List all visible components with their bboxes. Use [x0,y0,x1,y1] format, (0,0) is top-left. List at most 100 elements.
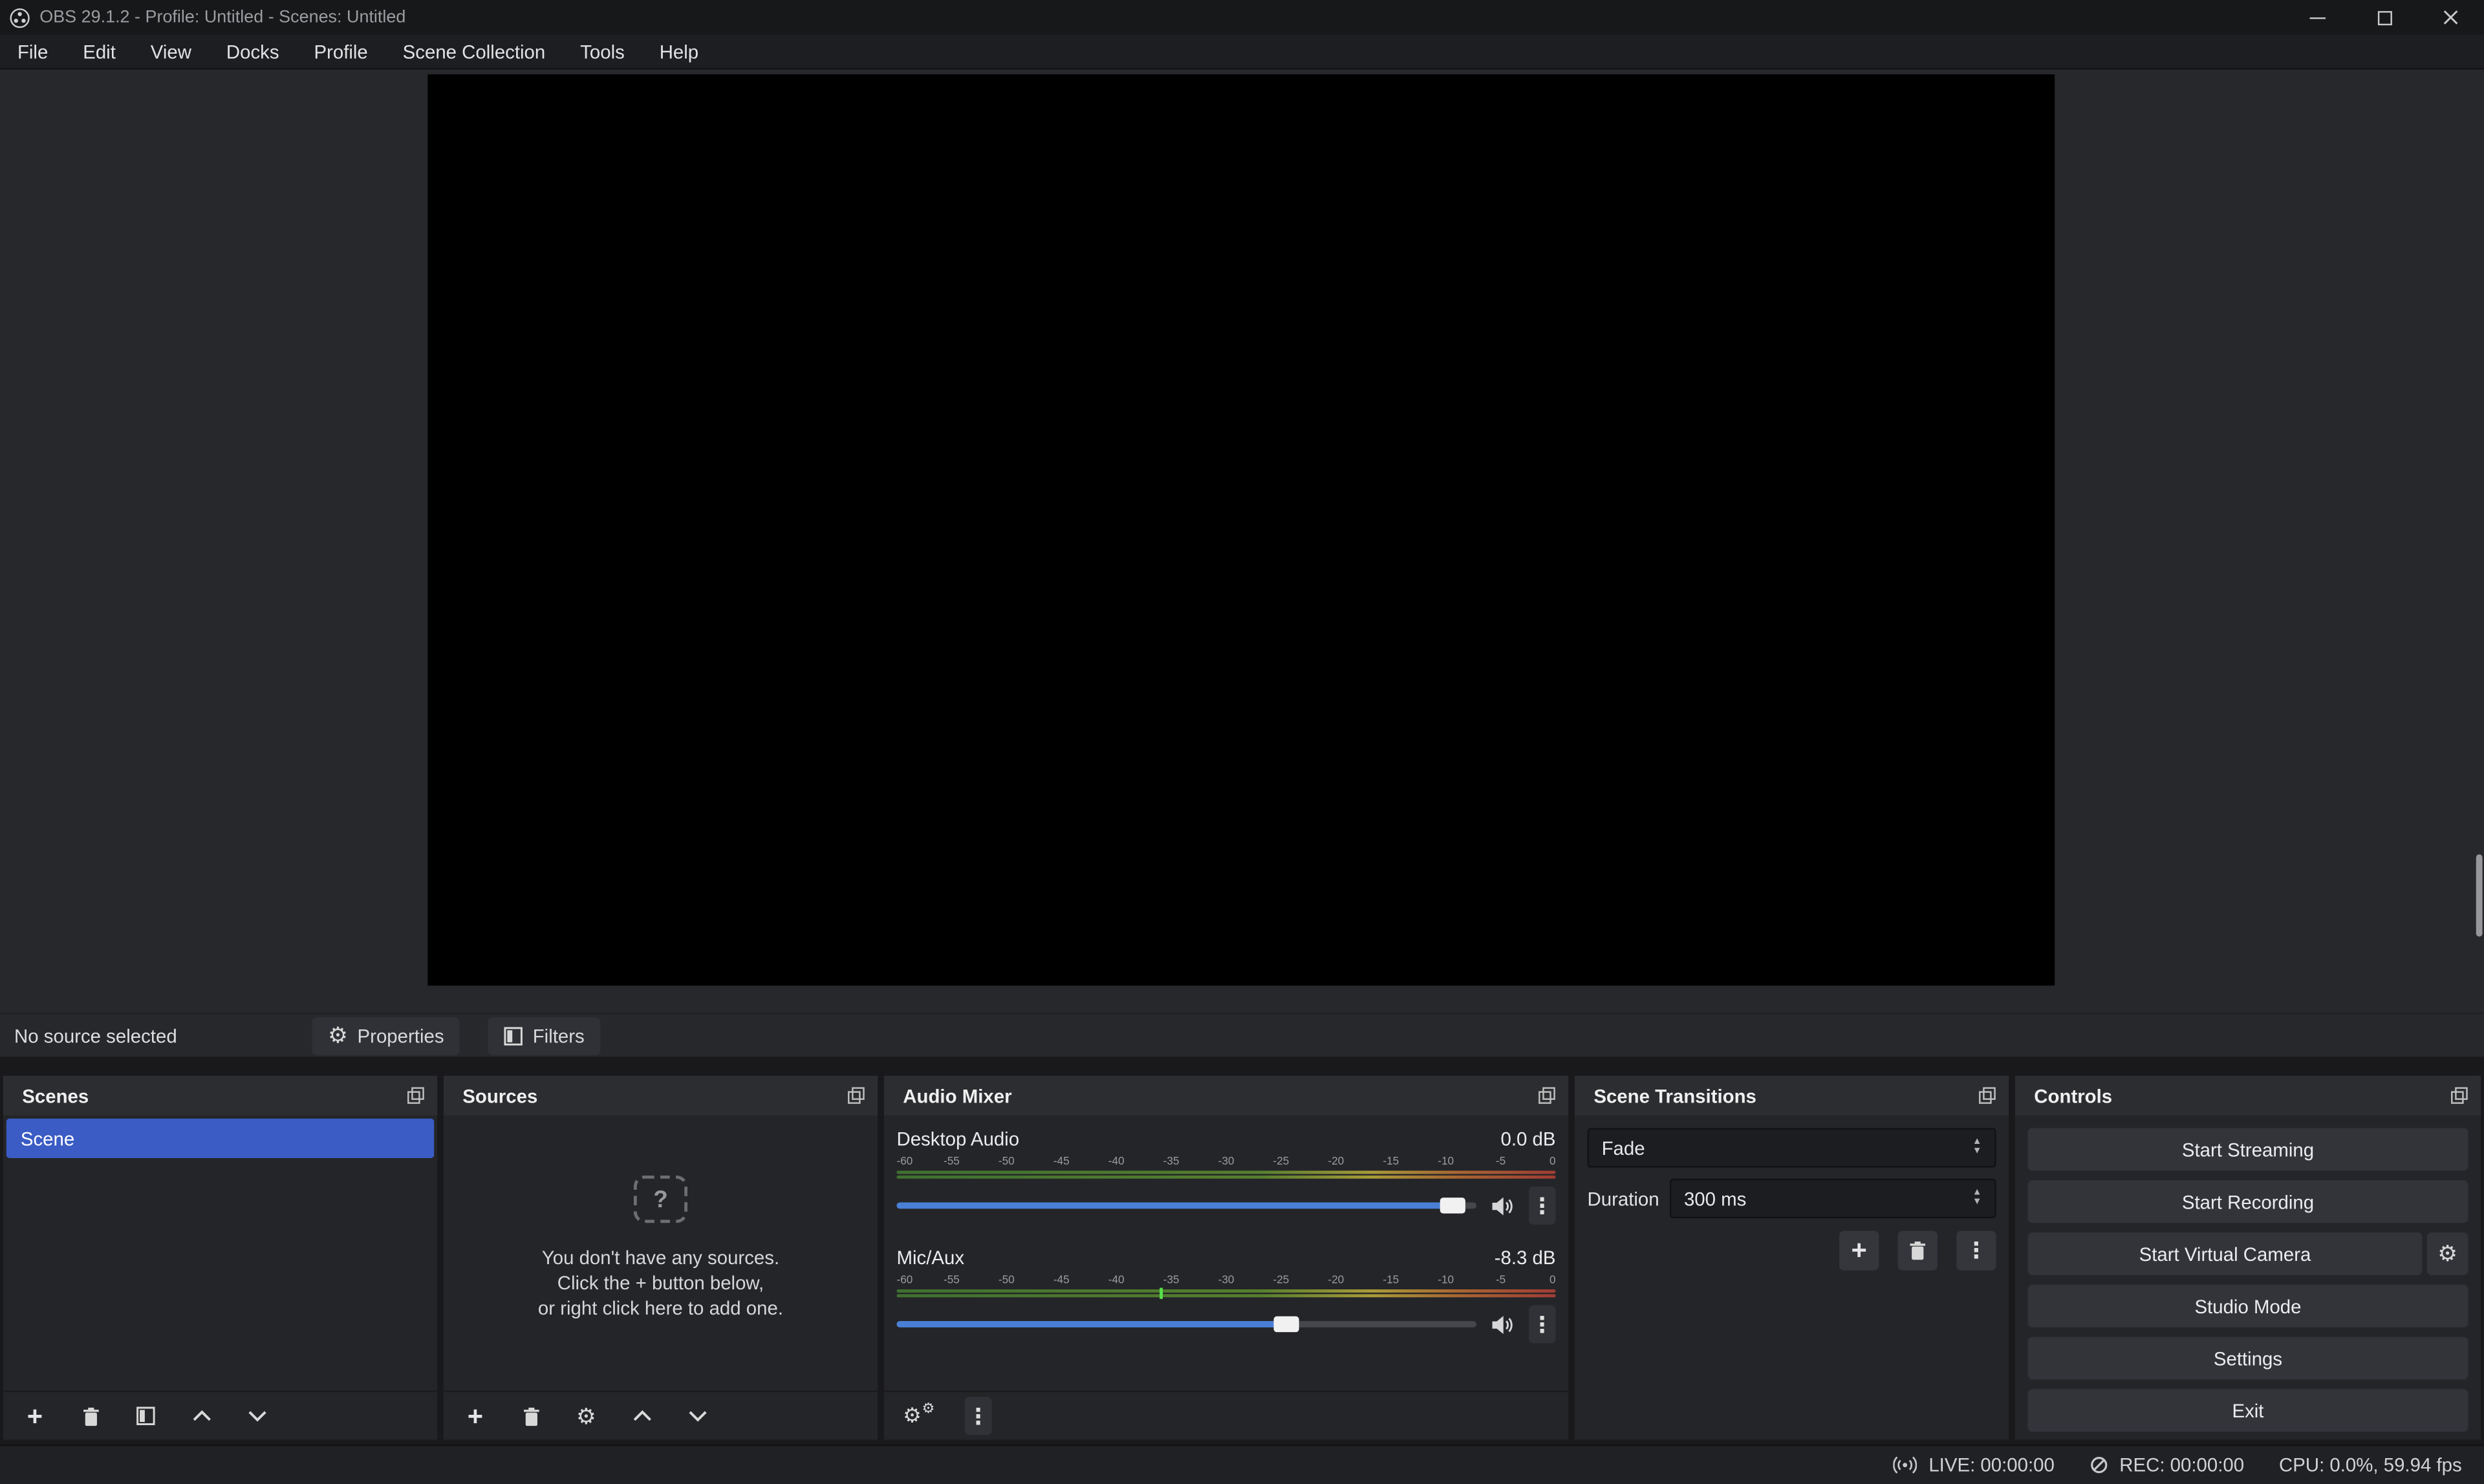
cpu-fps-stats: CPU: 0.0%, 59.94 fps [2279,1454,2462,1476]
meter-tick-label: -25 [1273,1274,1289,1288]
volume-slider[interactable] [896,1321,1476,1328]
menu-item-edit[interactable]: Edit [65,35,133,68]
sources-header: Sources [444,1076,878,1115]
remove-source-button[interactable] [515,1400,546,1432]
mixer-popout-icon[interactable] [1539,1087,1556,1104]
advanced-audio-icon [902,1402,940,1430]
volume-meter [896,1171,1555,1179]
obs-logo-icon [10,7,30,28]
controls-panel: Controls Start Streaming Start Recording… [2015,1076,2481,1440]
move-source-up-button[interactable] [626,1400,658,1432]
remove-transition-button[interactable] [1898,1231,1938,1271]
remove-scene-button[interactable] [74,1400,106,1432]
minimize-icon [2310,17,2326,18]
scene-list[interactable]: Scene [3,1115,437,1391]
scrollbar-thumb[interactable] [2476,854,2483,936]
spinner-arrows-icon[interactable] [1966,1190,1988,1207]
sources-empty-line: You don't have any sources. [542,1245,779,1271]
window-title: OBS 29.1.2 - Profile: Untitled - Scenes:… [39,8,405,27]
scene-transitions-panel: Scene Transitions Fade Duration 300 ms [1575,1076,2009,1440]
record-status-icon [2090,1456,2108,1474]
start-virtual-camera-button[interactable]: Start Virtual Camera [2028,1232,2423,1275]
chevron-down-icon [687,1410,707,1423]
channel-menu-button[interactable] [1529,1187,1556,1225]
volume-slider-handle[interactable] [1273,1317,1299,1332]
meter-tick-label: -15 [1383,1155,1399,1169]
speaker-icon[interactable] [1491,1314,1515,1335]
meter-tick-label: -30 [1218,1274,1235,1288]
menu-item-docks[interactable]: Docks [209,35,297,68]
start-streaming-button[interactable]: Start Streaming [2028,1128,2468,1170]
sources-empty-state: ? You don't have any sources. Click the … [444,1115,878,1391]
virtual-camera-settings-button[interactable] [2427,1232,2468,1275]
scenes-body: Scene [3,1115,437,1391]
kebab-icon [1531,1313,1553,1337]
source-properties-button[interactable] [570,1400,602,1432]
meter-bar [896,1176,1555,1179]
meter-tick-label: 0 [1550,1155,1556,1169]
mixer-body: Desktop Audio 0.0 dB -60-55-50-45-40-35-… [884,1115,1568,1391]
preview-canvas[interactable] [427,74,2055,985]
scene-filters-button[interactable] [130,1400,162,1432]
filters-icon [136,1406,155,1425]
advanced-audio-button[interactable] [900,1400,941,1432]
sources-empty-line: or right click here to add one. [538,1296,783,1321]
menu-item-file[interactable]: File [0,35,65,68]
start-recording-button[interactable]: Start Recording [2028,1180,2468,1223]
meter-tick-label: -5 [1496,1274,1506,1288]
scenes-title: Scenes [22,1084,89,1106]
maximize-icon [2377,10,2392,25]
live-status: LIVE: 00:00:00 [1894,1454,2054,1476]
obs-window: OBS 29.1.2 - Profile: Untitled - Scenes:… [0,0,2484,1484]
menu-item-profile[interactable]: Profile [296,35,385,68]
sources-popout-icon[interactable] [848,1087,865,1104]
chevron-up-icon [631,1410,652,1423]
minimize-button[interactable] [2284,0,2351,35]
menu-item-scene-collection[interactable]: Scene Collection [385,35,563,68]
meter-tick-label: 0 [1550,1274,1556,1288]
move-source-down-button[interactable] [681,1400,713,1432]
volume-slider[interactable] [896,1202,1476,1209]
menu-item-help[interactable]: Help [642,35,716,68]
sources-panel: Sources ? You don't have any sources. Cl… [444,1076,878,1440]
properties-label: Properties [358,1024,444,1046]
scene-list-item[interactable]: Scene [6,1119,434,1158]
transition-menu-button[interactable] [1956,1231,1996,1271]
transition-select[interactable]: Fade [1588,1128,1996,1167]
trash-icon [521,1406,541,1426]
volume-slider-handle[interactable] [1440,1198,1465,1213]
add-scene-button[interactable] [19,1400,50,1432]
scenes-panel: Scenes Scene [3,1076,437,1440]
scenes-popout-icon[interactable] [407,1087,425,1104]
settings-button[interactable]: Settings [2028,1337,2468,1379]
question-mark-icon: ? [634,1176,687,1223]
exit-button[interactable]: Exit [2028,1389,2468,1432]
meter-tick-label: -50 [999,1274,1015,1288]
speaker-icon[interactable] [1491,1195,1515,1216]
close-button[interactable] [2417,0,2484,35]
channel-menu-button[interactable] [1529,1306,1556,1344]
transitions-popout-icon[interactable] [1979,1087,1996,1104]
mixer-menu-button[interactable] [965,1397,992,1435]
add-source-button[interactable] [459,1400,491,1432]
properties-button[interactable]: Properties [312,1016,460,1055]
duration-spinbox[interactable]: 300 ms [1670,1179,1996,1218]
filters-button[interactable]: Filters [488,1016,600,1055]
maximize-button[interactable] [2351,0,2417,35]
scene-transitions-header: Scene Transitions [1575,1076,2009,1115]
move-scene-down-button[interactable] [241,1400,272,1432]
source-toolbar: No source selected Properties Filters [0,1013,2484,1057]
meter-tick-label: -60 [896,1274,913,1288]
menu-item-view[interactable]: View [133,35,209,68]
controls-popout-icon[interactable] [2451,1087,2468,1104]
meter-peak-indicator [1160,1288,1163,1299]
sources-body[interactable]: ? You don't have any sources. Click the … [444,1115,878,1391]
meter-bar [896,1289,1555,1293]
scenes-header: Scenes [3,1076,437,1115]
move-scene-up-button[interactable] [186,1400,217,1432]
menu-item-tools[interactable]: Tools [563,35,642,68]
meter-tick-label: -20 [1328,1155,1344,1169]
studio-mode-button[interactable]: Studio Mode [2028,1285,2468,1328]
combo-arrows-icon [1966,1139,1988,1157]
add-transition-button[interactable] [1839,1231,1879,1271]
